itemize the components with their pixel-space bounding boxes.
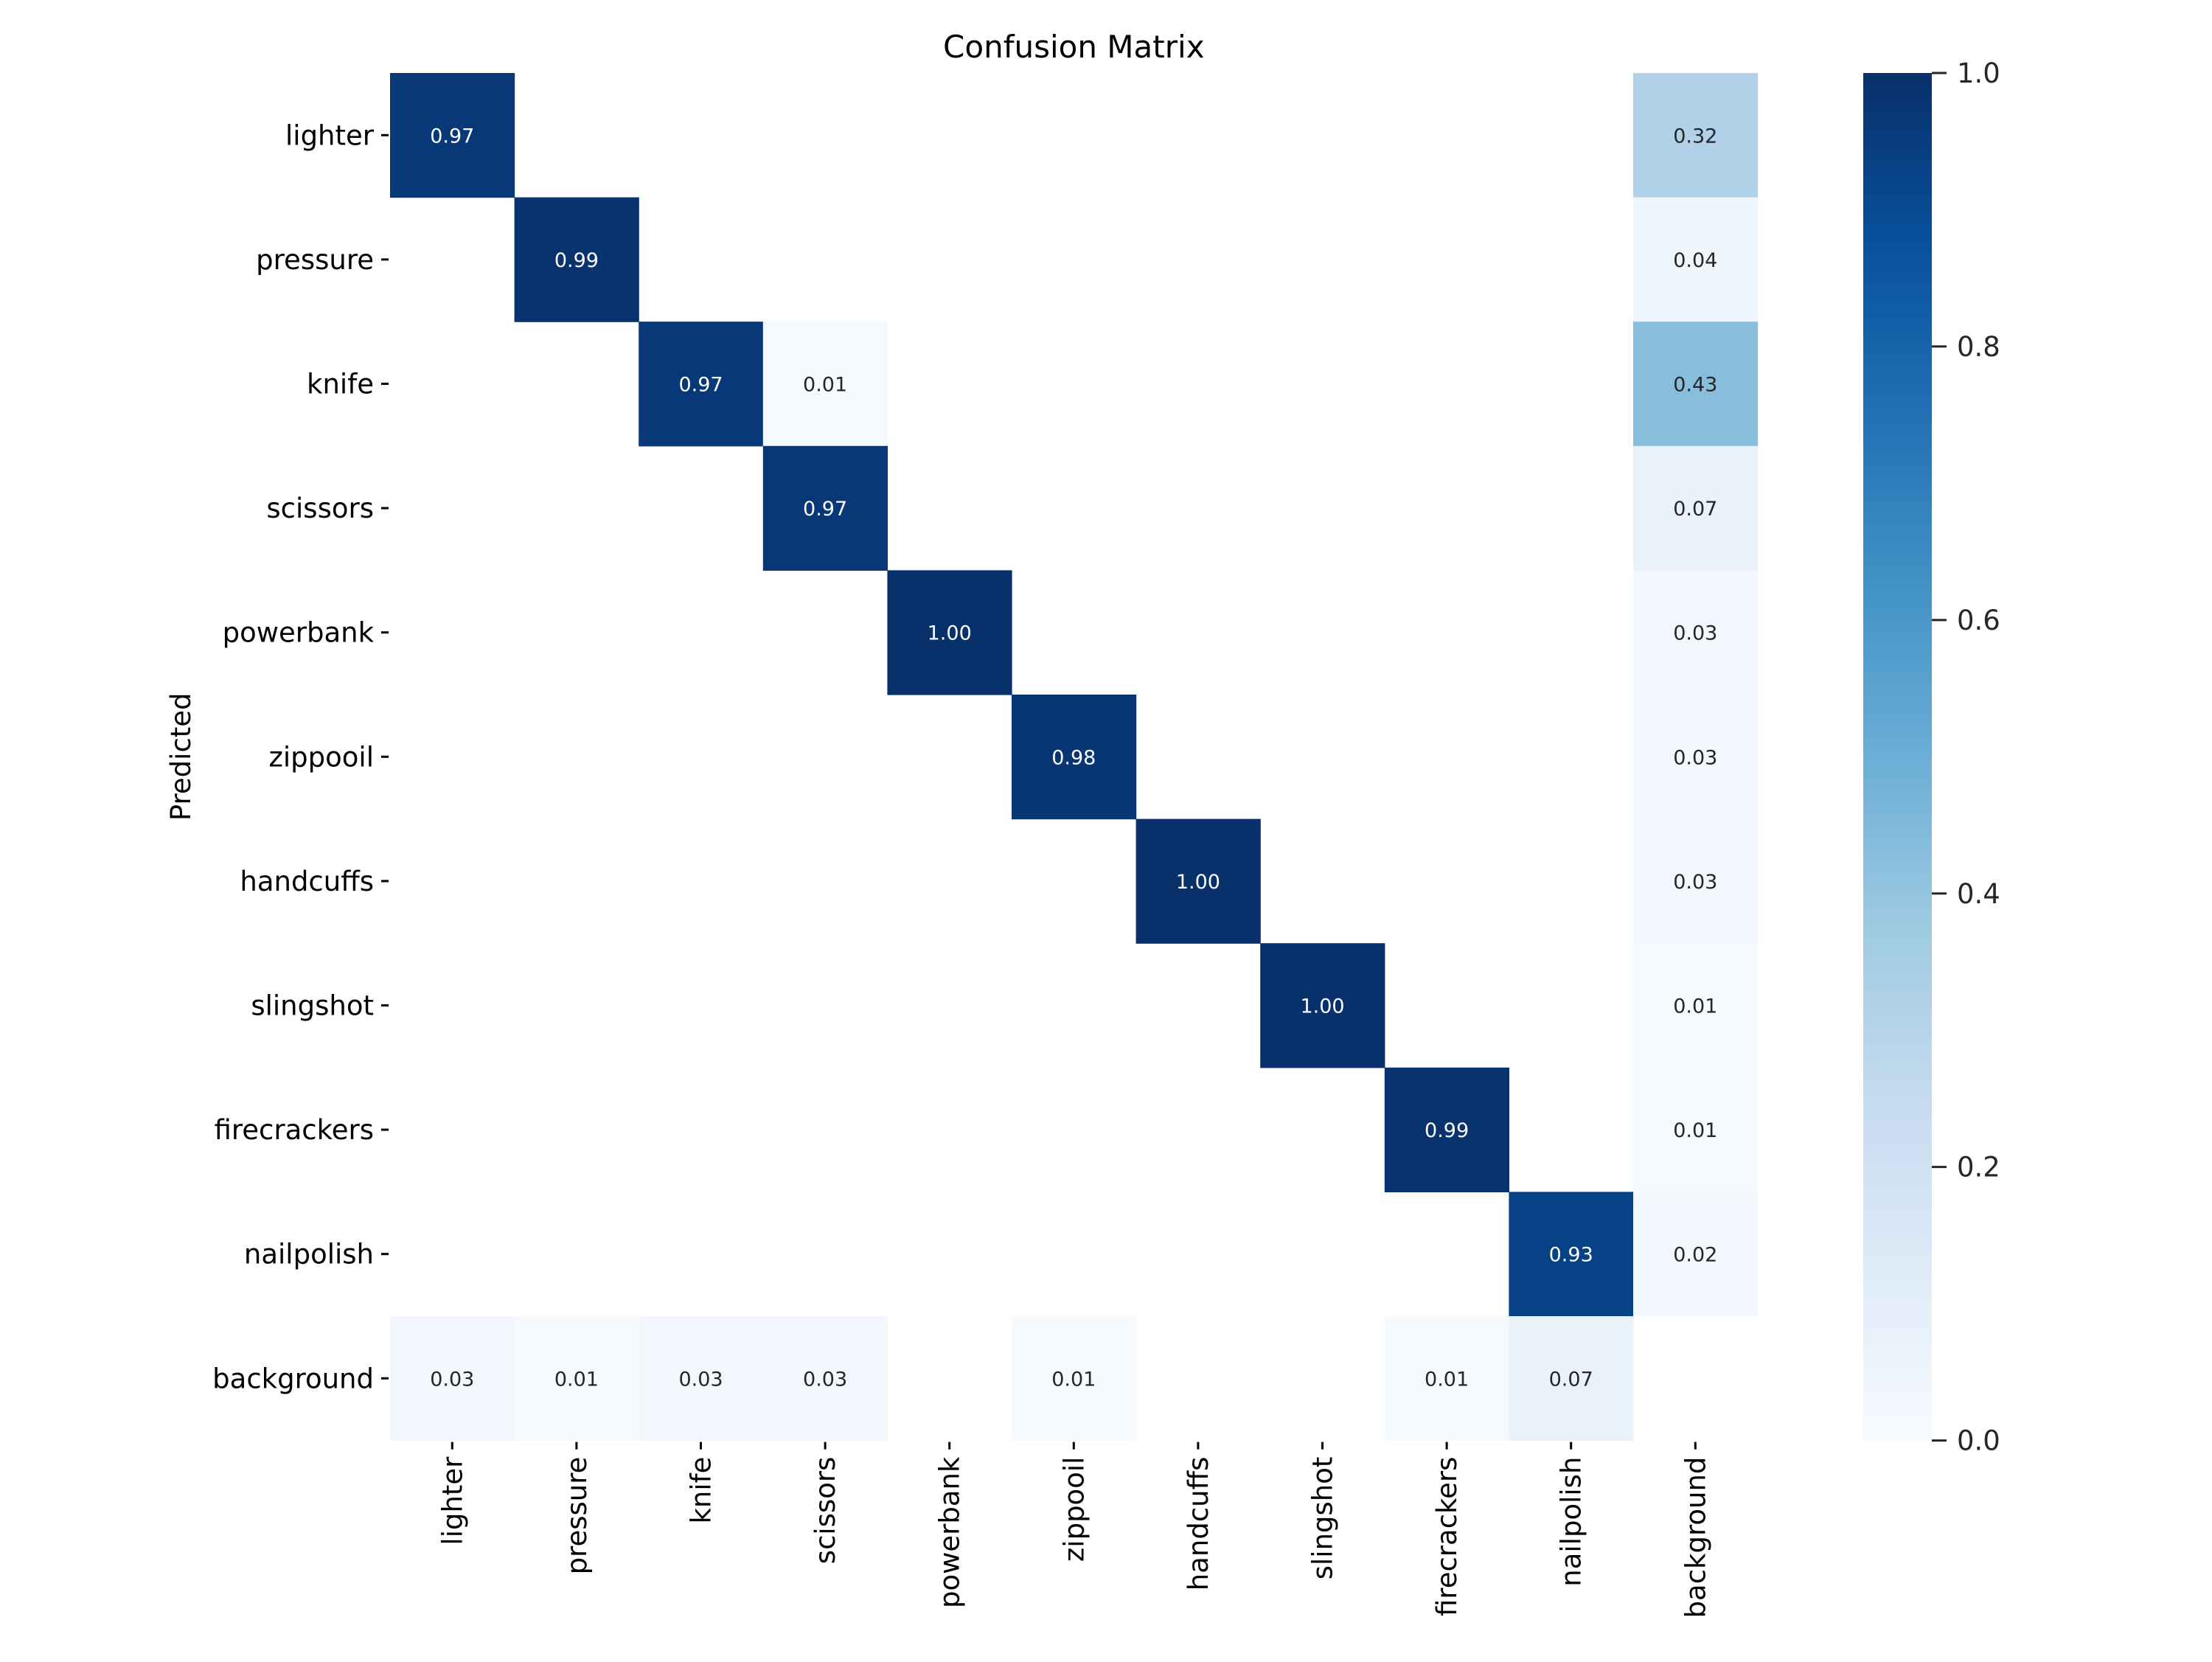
y-tick-label-background: background	[212, 1363, 374, 1394]
cell-value-label: 0.93	[1549, 1244, 1593, 1267]
cell-value-label: 0.99	[554, 249, 599, 272]
x-tick-label-pressure: pressure	[561, 1457, 593, 1575]
x-tick-label-knife: knife	[686, 1457, 717, 1524]
cell-value-label: 0.01	[1425, 1368, 1469, 1391]
x-tick-label-powerbank: powerbank	[934, 1456, 966, 1608]
cell-value-label: 1.00	[928, 622, 972, 645]
cell-value-label: 0.03	[803, 1368, 847, 1391]
chart-title: Confusion Matrix	[943, 29, 1205, 65]
confusion-matrix-figure: Confusion Matrix Predicted 0.97 0.32 0.99 0…	[0, 0, 2212, 1659]
cell-value-label: 0.01	[1673, 995, 1717, 1018]
x-tick-label-nailpolish: nailpolish	[1556, 1457, 1587, 1587]
cell-value-label: 0.03	[1673, 622, 1717, 645]
x-tick-label-firecrackers: firecrackers	[1431, 1457, 1463, 1616]
cell-value-label: 0.01	[1051, 1368, 1096, 1391]
colorbar-tick-label: 0.2	[1957, 1152, 2000, 1183]
y-tick-label-pressure: pressure	[256, 244, 374, 276]
x-tick-label-slingshot: slingshot	[1307, 1457, 1339, 1580]
y-axis-label: Predicted	[165, 692, 197, 821]
y-tick-label-scissors: scissors	[266, 493, 374, 524]
cell-value-label: 1.00	[1300, 995, 1344, 1018]
colorbar-tick-label: 0.4	[1957, 878, 2000, 910]
cell-value-label: 0.98	[1051, 746, 1096, 769]
colorbar-tick-label: 0.8	[1957, 331, 2000, 363]
cell-value-label: 0.02	[1673, 1244, 1717, 1267]
x-tick-label-handcuffs: handcuffs	[1183, 1457, 1214, 1591]
cell-value-label: 0.97	[803, 498, 847, 521]
cell-value-label: 0.01	[803, 374, 847, 397]
colorbar-tick-label: 1.0	[1957, 58, 2000, 89]
y-tick-label-powerbank: powerbank	[223, 617, 375, 649]
heatmap-cells: 0.97 0.32 0.99 0.04 0.97 0.01 0.43 0.97 0.07 1.00…	[390, 73, 1759, 1442]
cell-value-label: 0.03	[1673, 746, 1717, 769]
cell-value-label: 0.03	[1673, 871, 1717, 894]
y-tick-label-knife: knife	[307, 369, 374, 400]
y-tick-label-firecrackers: firecrackers	[215, 1114, 374, 1146]
cell-value-label: 0.01	[554, 1368, 599, 1391]
cell-value-label: 0.01	[1673, 1119, 1717, 1142]
y-tick-label-zippooil: zippooil	[268, 741, 374, 773]
cell-value-label: 0.07	[1549, 1368, 1593, 1391]
x-tick-label-background: background	[1680, 1457, 1711, 1618]
cell-value-label: 0.07	[1673, 498, 1717, 521]
y-tick-label-lighter: lighter	[285, 119, 375, 151]
confusion-matrix-svg: Confusion Matrix Predicted 0.97 0.320.99 0…	[165, 29, 2000, 1618]
cell-value-label: 0.43	[1673, 374, 1717, 397]
cell-value-label: 0.03	[678, 1368, 723, 1391]
colorbar-tick-label: 0.0	[1957, 1425, 2000, 1457]
cell-value-label: 0.04	[1673, 249, 1717, 272]
y-tick-label-nailpolish: nailpolish	[244, 1239, 374, 1270]
x-tick-label-zippooil: zippooil	[1058, 1457, 1090, 1562]
cell-value-label: 0.32	[1673, 125, 1717, 147]
colorbar: 0.0 0.2 0.4 0.6 0.8 1.0	[1863, 58, 2000, 1457]
cell-value-label: 0.97	[430, 125, 474, 147]
x-tick-label-lighter: lighter	[437, 1456, 468, 1545]
x-axis-ticks: lighter pressure knife scissors powerbank zip…	[437, 1442, 1711, 1618]
y-tick-label-handcuffs: handcuffs	[240, 866, 374, 897]
cell-value-label: 0.99	[1425, 1119, 1469, 1142]
y-axis-ticks: lighter pressure knife scissors powerbank zip…	[212, 119, 389, 1394]
cell-value-label: 1.00	[1176, 871, 1220, 894]
cell-value-label: 0.97	[678, 374, 723, 397]
colorbar-gradient	[1863, 73, 1932, 1441]
y-tick-label-slingshot: slingshot	[251, 990, 374, 1022]
colorbar-tick-label: 0.6	[1957, 605, 2000, 636]
x-tick-label-scissors: scissors	[810, 1457, 841, 1565]
cell-value-label: 0.03	[430, 1368, 474, 1391]
